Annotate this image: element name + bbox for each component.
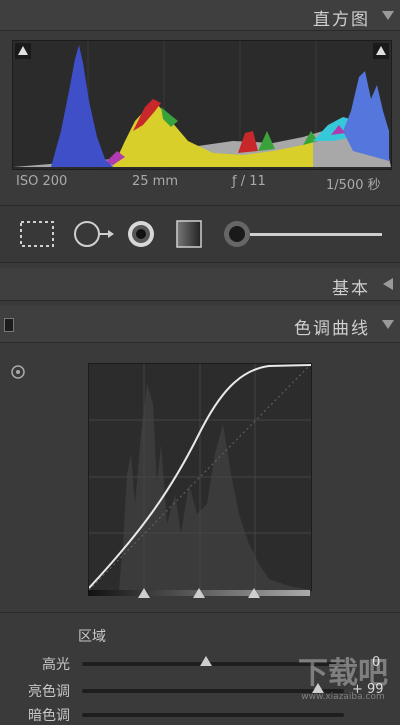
tone-curve-graph[interactable] <box>88 363 312 591</box>
region-label: 区域 <box>78 629 106 645</box>
split-point-highlights[interactable] <box>248 588 260 598</box>
iso-readout: ISO 200 <box>16 174 68 189</box>
crop-overlay-icon[interactable] <box>18 218 56 250</box>
watermark-logo: 下载吧 www.xiazaiba.com <box>298 648 388 702</box>
highlights-slider-thumb[interactable] <box>200 656 212 666</box>
basic-panel-title: 基本 <box>332 279 370 299</box>
shutter-readout: 1/500 秒 <box>326 178 381 193</box>
highlight-clipping-indicator[interactable] <box>373 43 389 59</box>
tone-curve-panel-title: 色调曲线 <box>294 319 370 339</box>
spot-removal-icon[interactable] <box>72 218 116 250</box>
lights-label: 亮色调 <box>28 684 70 700</box>
target-adjustment-icon[interactable] <box>10 364 26 380</box>
focal-length-readout: 25 mm <box>132 174 179 189</box>
graduated-filter-icon[interactable] <box>172 218 206 250</box>
split-point-shadows[interactable] <box>138 588 150 598</box>
region-divider <box>0 612 400 613</box>
tool-strip <box>0 205 400 263</box>
histogram-graph <box>13 41 391 169</box>
brush-size-line[interactable] <box>250 233 382 236</box>
panel-toggle-switch[interactable] <box>4 318 14 332</box>
highlights-label: 高光 <box>42 657 70 673</box>
expand-triangle-icon[interactable] <box>383 278 393 290</box>
basic-panel-header[interactable]: 基本 <box>0 268 400 301</box>
adjustment-brush-icon[interactable] <box>220 218 254 250</box>
red-eye-icon[interactable] <box>124 218 158 250</box>
collapse-triangle-icon[interactable] <box>382 320 394 329</box>
histogram[interactable] <box>12 40 392 170</box>
histogram-panel-header[interactable]: 直方图 <box>0 0 400 31</box>
split-point-midtones[interactable] <box>193 588 205 598</box>
darks-label: 暗色调 <box>28 708 70 724</box>
watermark-url: www.xiazaiba.com <box>301 692 385 702</box>
aperture-readout: ƒ / 11 <box>232 174 266 189</box>
tone-curve-panel-header[interactable]: 色调曲线 <box>0 306 400 343</box>
histogram-panel-title: 直方图 <box>313 10 370 30</box>
shadow-clipping-indicator[interactable] <box>15 43 31 59</box>
darks-slider-track[interactable] <box>82 713 344 717</box>
collapse-triangle-icon[interactable] <box>382 11 394 20</box>
watermark-text: 下载吧 <box>298 656 388 691</box>
